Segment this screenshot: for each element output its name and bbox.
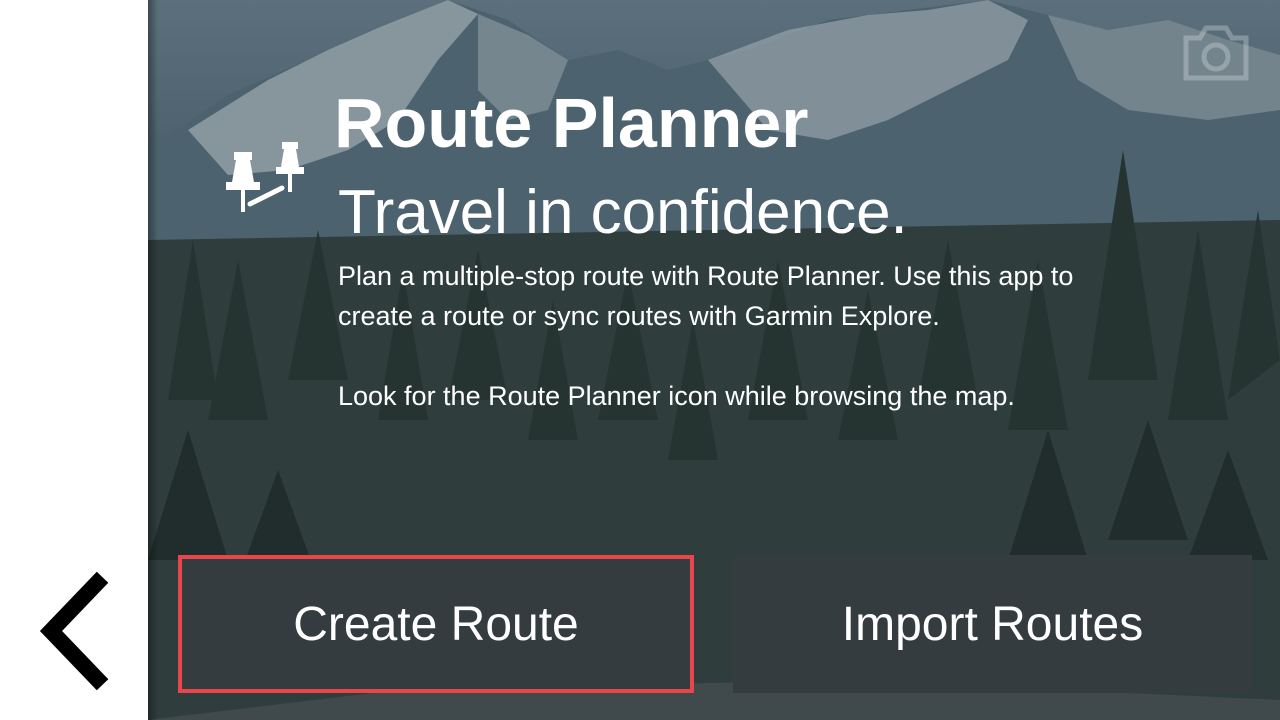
page-subtitle: Travel in confidence. bbox=[338, 178, 908, 247]
create-route-button[interactable]: Create Route bbox=[178, 555, 694, 693]
create-route-label: Create Route bbox=[293, 597, 579, 651]
description-paragraph: Look for the Route Planner icon while br… bbox=[338, 381, 1015, 411]
navigation-panel bbox=[0, 0, 148, 720]
camera-icon bbox=[1183, 25, 1249, 81]
description: Plan a multiple-stop route with Route Pl… bbox=[338, 256, 1078, 416]
hero-section: Route Planner Travel in confidence. Plan… bbox=[148, 0, 1280, 720]
route-planner-screen: Route Planner Travel in confidence. Plan… bbox=[0, 0, 1280, 720]
panel-edge-shadow bbox=[148, 0, 158, 720]
chevron-left-icon bbox=[39, 571, 109, 691]
import-routes-button[interactable]: Import Routes bbox=[733, 555, 1252, 693]
back-button[interactable] bbox=[30, 566, 120, 696]
description-paragraph: Plan a multiple-stop route with Route Pl… bbox=[338, 261, 1074, 331]
route-planner-pins-icon bbox=[226, 142, 304, 212]
page-title: Route Planner bbox=[334, 84, 809, 162]
import-routes-label: Import Routes bbox=[841, 597, 1144, 651]
